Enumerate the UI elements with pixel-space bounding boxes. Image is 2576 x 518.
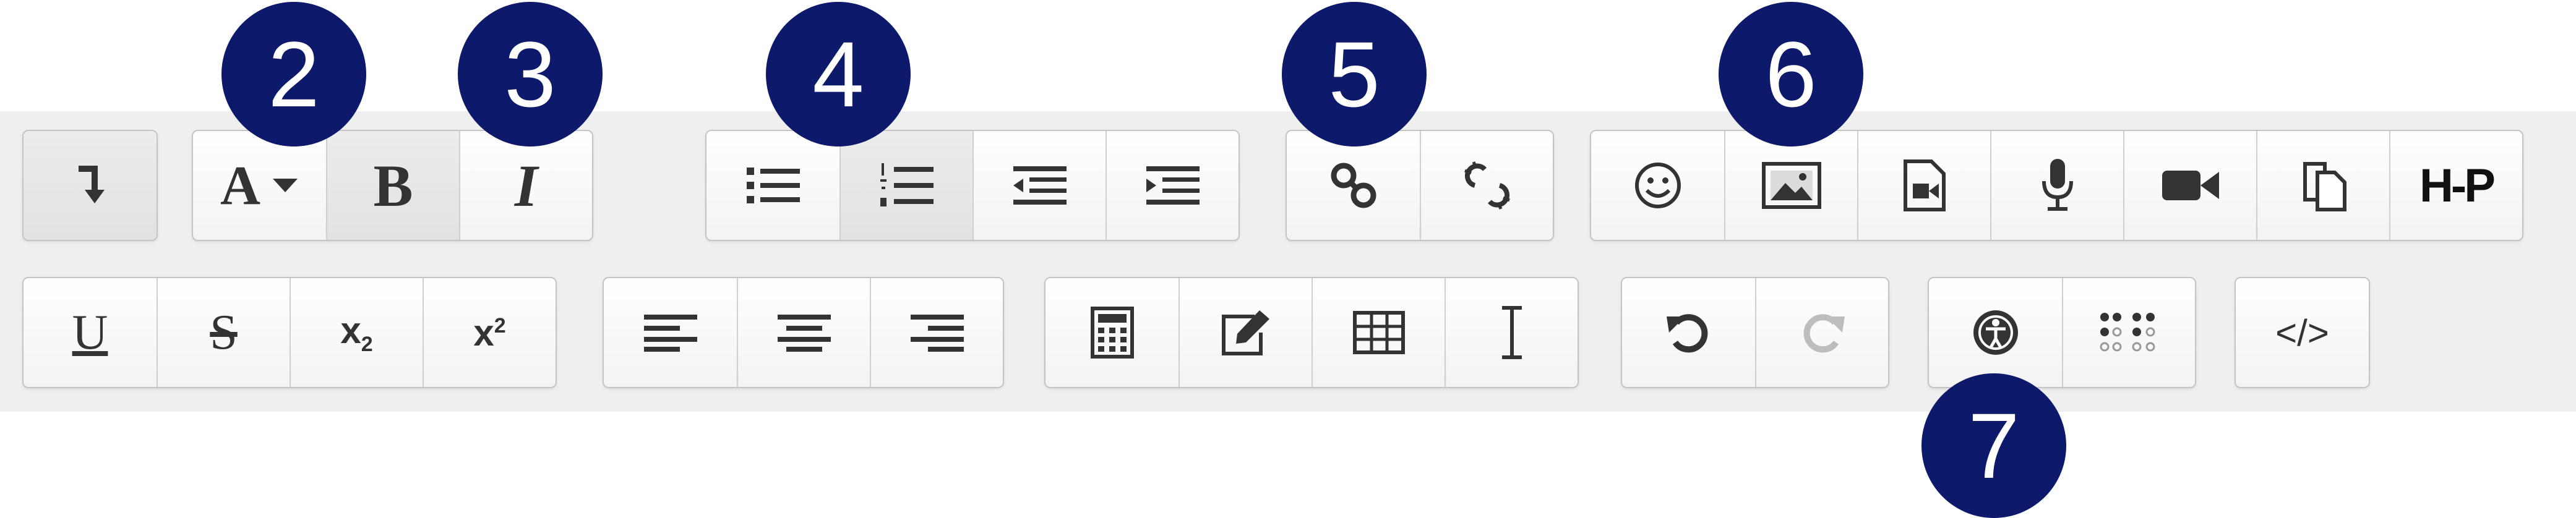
- media-file-button[interactable]: [1857, 131, 1990, 240]
- html-source-label: </>: [2275, 312, 2329, 354]
- edit-icon: [1221, 310, 1269, 355]
- table-button[interactable]: [1312, 278, 1445, 387]
- align-left-icon: [643, 315, 697, 352]
- text-cursor-button[interactable]: [1445, 278, 1578, 387]
- redo-button[interactable]: [1755, 278, 1888, 387]
- italic-button[interactable]: I: [459, 131, 592, 240]
- accessibility-group: [1928, 277, 2196, 388]
- caret-down-icon: [273, 179, 298, 192]
- outdent-button[interactable]: [972, 131, 1106, 240]
- text-format-group: U S x2 x2: [22, 277, 557, 388]
- unlink-icon: [1464, 161, 1510, 210]
- html-source-button[interactable]: </>: [2236, 278, 2369, 387]
- video-camera-icon: [2162, 171, 2219, 200]
- indent-icon: [1146, 166, 1200, 205]
- bold-button[interactable]: B: [326, 131, 459, 240]
- superscript-digit: 2: [494, 313, 506, 338]
- text-cursor-icon: [1501, 306, 1522, 359]
- callout-badge-2: 2: [221, 2, 366, 146]
- braille-icon: [2100, 313, 2155, 352]
- equation-button[interactable]: [1045, 278, 1179, 387]
- bold-label: B: [373, 152, 413, 219]
- unordered-list-icon: [746, 168, 800, 203]
- undo-icon: [1666, 314, 1707, 353]
- callout-badge-4: 4: [766, 2, 911, 146]
- image-icon: [1761, 162, 1821, 209]
- strikethrough-button[interactable]: S: [157, 278, 290, 387]
- link-button[interactable]: [1287, 131, 1420, 240]
- edit-button[interactable]: [1179, 278, 1312, 387]
- list-group: [705, 130, 1240, 241]
- table-icon: [1352, 311, 1405, 354]
- subscript-button[interactable]: x2: [290, 278, 423, 387]
- html-group: </>: [2235, 277, 2370, 388]
- braille-button[interactable]: [2062, 278, 2195, 387]
- paste-button[interactable]: [2256, 131, 2389, 240]
- link-group: [1286, 130, 1554, 241]
- undo-button[interactable]: [1622, 278, 1755, 387]
- accessibility-checker-button[interactable]: [1929, 278, 2062, 387]
- style-group: A B I: [192, 130, 593, 241]
- toolbar-toggle-button[interactable]: [24, 131, 157, 240]
- h5p-label: H-P: [2419, 159, 2496, 212]
- underline-label: U: [72, 305, 108, 360]
- paste-icon: [2303, 162, 2346, 211]
- unordered-list-button[interactable]: [706, 131, 839, 240]
- outdent-icon: [1013, 166, 1067, 205]
- strikethrough-label: S: [210, 305, 238, 360]
- microphone-button[interactable]: [1990, 131, 2123, 240]
- emoticon-button[interactable]: [1591, 131, 1724, 240]
- subscript-label: x2: [340, 309, 372, 357]
- insert-group: [1044, 277, 1579, 388]
- align-right-icon: [910, 315, 964, 352]
- superscript-button[interactable]: x2: [423, 278, 556, 387]
- h5p-button[interactable]: H-P: [2389, 131, 2522, 240]
- align-center-icon: [777, 315, 831, 352]
- font-color-label: A: [220, 155, 260, 216]
- video-button[interactable]: [2123, 131, 2256, 240]
- italic-label: I: [514, 152, 538, 219]
- arrow-down-icon: [78, 166, 105, 203]
- superscript-base: x: [473, 312, 494, 354]
- align-group: [603, 277, 1004, 388]
- history-group: [1621, 277, 1889, 388]
- callout-badge-7: 7: [1921, 373, 2066, 518]
- media-file-icon: [1903, 159, 1946, 211]
- align-left-button[interactable]: [604, 278, 737, 387]
- indent-button[interactable]: [1106, 131, 1239, 240]
- align-right-button[interactable]: [870, 278, 1003, 387]
- subscript-digit: 2: [361, 332, 373, 356]
- align-center-button[interactable]: [737, 278, 870, 387]
- accessibility-icon: [1973, 310, 2018, 355]
- microphone-icon: [2041, 159, 2073, 211]
- callout-badge-5: 5: [1282, 2, 1427, 146]
- callout-badge-3: 3: [458, 2, 603, 146]
- ordered-list-icon: [880, 163, 934, 206]
- superscript-label: x2: [473, 312, 505, 354]
- font-color-button[interactable]: A: [193, 131, 326, 240]
- link-icon: [1331, 163, 1376, 208]
- subscript-base: x: [340, 309, 361, 351]
- image-button[interactable]: [1724, 131, 1857, 240]
- ordered-list-button[interactable]: [839, 131, 972, 240]
- callout-badge-6: 6: [1719, 2, 1863, 146]
- media-group: H-P: [1590, 130, 2523, 241]
- calculator-icon: [1090, 307, 1134, 359]
- toolbar-toggle-group: [22, 130, 158, 241]
- underline-button[interactable]: U: [24, 278, 157, 387]
- emoticon-icon: [1634, 163, 1681, 208]
- redo-icon: [1803, 314, 1845, 353]
- unlink-button[interactable]: [1420, 131, 1553, 240]
